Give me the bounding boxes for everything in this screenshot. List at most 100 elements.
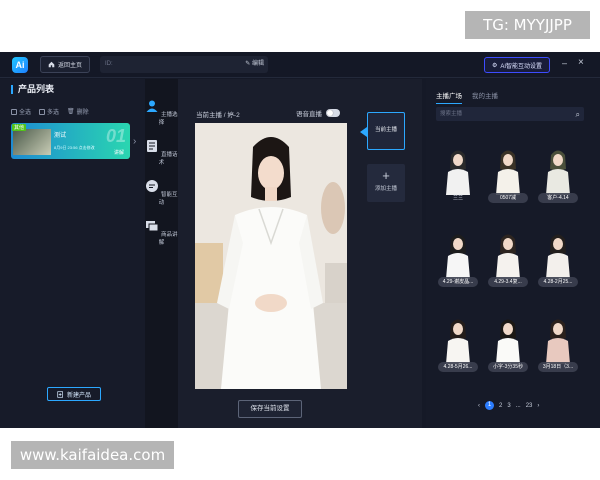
anchor-card[interactable]: 4.29-谢皮晶... <box>436 229 480 287</box>
save-settings-button[interactable]: 保存当前设置 <box>238 400 302 418</box>
watermark-top: TG: MYYJJPP <box>465 11 590 39</box>
product-tag: 其他 <box>12 124 27 131</box>
anchor-caption: 兰兰 <box>452 195 463 201</box>
current-anchor-thumb-label: 当前主播 <box>374 127 397 133</box>
preview-area: 当前主播 / 婷-2 语音直播 保存当前设置 当前主播 + 添加主播 <box>178 79 422 428</box>
selected-arrow-icon <box>360 127 367 137</box>
anchor-search-placeholder: 搜索主播 <box>440 111 463 117</box>
anchor-avatar <box>546 150 570 195</box>
anchor-card[interactable]: 3月18日（3... <box>536 314 580 372</box>
voice-live-toggle[interactable] <box>326 109 340 117</box>
id-placeholder: ID: <box>105 61 113 67</box>
anchor-search-input[interactable]: 搜索主播 ⌕ <box>436 107 584 121</box>
titlebar: Ai 返回主页 ID: ✎ 编辑 ⚙ AI智能互动设置 – × <box>0 52 600 78</box>
delete-button[interactable]: 🗑 删除 <box>67 107 89 116</box>
anchor-card[interactable]: 4.29-3.4复... <box>486 229 530 287</box>
checkbox-icon <box>39 108 46 115</box>
plus-icon: + <box>382 168 390 183</box>
rail-label: 商品讲解 <box>158 232 178 246</box>
watermark-bottom: www.kaifaidea.com <box>11 441 174 469</box>
current-anchor-label: 当前主播 / 婷-2 <box>196 112 240 119</box>
rail-item-interaction[interactable]: 智能互动 <box>145 179 178 206</box>
page-1[interactable]: 1 <box>485 401 494 410</box>
voice-live-label: 语音直播 <box>296 111 322 118</box>
anchor-caption: 4.28-2月25... <box>538 277 578 287</box>
anchor-avatar <box>546 319 570 364</box>
current-anchor-thumbnail[interactable]: 当前主播 <box>367 112 405 150</box>
voice-live-control: 语音直播 <box>296 108 340 118</box>
anchor-card[interactable]: 小字-3分35秒 <box>486 314 530 372</box>
anchor-figure <box>195 123 347 389</box>
ai-settings-label: AI智能互动设置 <box>500 63 543 70</box>
product-list-title: 产品列表 <box>11 85 54 94</box>
anchor-avatar <box>496 234 520 279</box>
app-logo: Ai <box>12 57 28 73</box>
anchor-avatar <box>446 234 470 279</box>
anchor-caption: 4.29-谢皮晶... <box>438 277 478 287</box>
product-list-panel: 产品列表 全选 多选 🗑 删除 其他 测试 8月9日 23:56 点击修改 01 … <box>0 79 145 428</box>
anchor-card[interactable]: 兰兰 <box>436 145 480 203</box>
prev-page-button[interactable]: ‹ <box>478 403 480 409</box>
rail-label: 直播话术 <box>158 152 178 166</box>
add-anchor-label: 添加主播 <box>374 186 397 192</box>
anchor-avatar <box>446 319 470 364</box>
home-icon <box>48 61 55 68</box>
app-window: Ai 返回主页 ID: ✎ 编辑 ⚙ AI智能互动设置 – × 产品列表 全选 … <box>0 52 600 428</box>
anchor-caption: 4.29-3.4复... <box>488 277 528 287</box>
cards-icon <box>146 221 159 232</box>
product-subtitle: 8月9日 23:56 点击修改 <box>54 145 95 150</box>
person-icon <box>146 100 158 112</box>
delete-label: 删除 <box>76 110 89 116</box>
chat-icon <box>146 180 159 192</box>
product-thumbnail <box>13 129 51 155</box>
product-number: 01 <box>105 126 126 146</box>
close-button[interactable]: × <box>578 57 584 68</box>
anchor-card[interactable]: 4.28-2月25... <box>536 229 580 287</box>
select-all-checkbox[interactable]: 全选 <box>11 107 31 116</box>
settings-icon: ⚙ <box>491 62 498 69</box>
checkbox-icon <box>11 108 17 115</box>
anchor-caption: 小字-3分35秒 <box>488 362 528 372</box>
anchor-gallery-panel: 主播广场 我的主播 搜索主播 ⌕ 兰兰 0507减 客户-4.14 4.29-谢皮晶.… <box>426 79 600 428</box>
rail-item-product[interactable]: 商品讲解 <box>145 219 178 246</box>
tab-anchor-square[interactable]: 主播广场 <box>436 90 462 104</box>
page-3[interactable]: 3 <box>507 403 510 409</box>
tool-rail: 主播选择 直播话术 智能互动 商品讲解 <box>145 79 178 428</box>
rail-item-anchor-select[interactable]: 主播选择 <box>145 99 178 126</box>
anchor-caption: 3月18日（3... <box>538 362 578 372</box>
rail-label: 智能互动 <box>158 192 178 206</box>
add-anchor-button[interactable]: + 添加主播 <box>367 164 405 202</box>
next-page-button[interactable]: › <box>537 403 539 409</box>
document-icon <box>147 140 158 152</box>
rail-item-script[interactable]: 直播话术 <box>145 139 178 166</box>
search-icon[interactable]: ⌕ <box>576 108 580 122</box>
ai-interaction-settings-button[interactable]: ⚙ AI智能互动设置 <box>484 57 550 73</box>
tab-my-anchors[interactable]: 我的主播 <box>472 90 498 104</box>
id-field[interactable]: ID: ✎ 编辑 <box>100 56 268 73</box>
anchor-caption: 0507减 <box>488 193 528 203</box>
back-home-button[interactable]: 返回主页 <box>40 56 90 73</box>
back-home-label: 返回主页 <box>57 63 82 69</box>
anchor-card[interactable]: 4.28-5月26... <box>436 314 480 372</box>
page-last[interactable]: 23 <box>526 403 533 409</box>
product-name: 测试 <box>54 133 67 139</box>
page-2[interactable]: 2 <box>499 403 502 409</box>
product-explain-link[interactable]: 讲解 <box>114 149 124 156</box>
chevron-right-icon[interactable]: › <box>133 136 136 147</box>
anchor-card[interactable]: 客户-4.14 <box>536 145 580 203</box>
anchor-caption: 客户-4.14 <box>538 193 578 203</box>
select-all-label: 全选 <box>19 110 32 116</box>
product-actions: 全选 多选 🗑 删除 <box>11 107 89 116</box>
anchor-preview-image <box>195 123 347 389</box>
product-card[interactable]: 其他 测试 8月9日 23:56 点击修改 01 讲解 <box>11 123 130 159</box>
anchor-caption: 4.28-5月26... <box>438 362 478 372</box>
new-product-label: 新建产品 <box>66 392 91 399</box>
trash-icon: 🗑 <box>67 109 75 115</box>
multi-select-label: 多选 <box>47 110 60 116</box>
new-product-button[interactable]: 新建产品 <box>47 387 101 401</box>
edit-button[interactable]: ✎ 编辑 <box>245 56 264 73</box>
anchor-card[interactable]: 0507减 <box>486 145 530 203</box>
multi-select-checkbox[interactable]: 多选 <box>39 107 59 116</box>
minimize-button[interactable]: – <box>562 58 567 68</box>
add-document-icon <box>57 390 63 398</box>
